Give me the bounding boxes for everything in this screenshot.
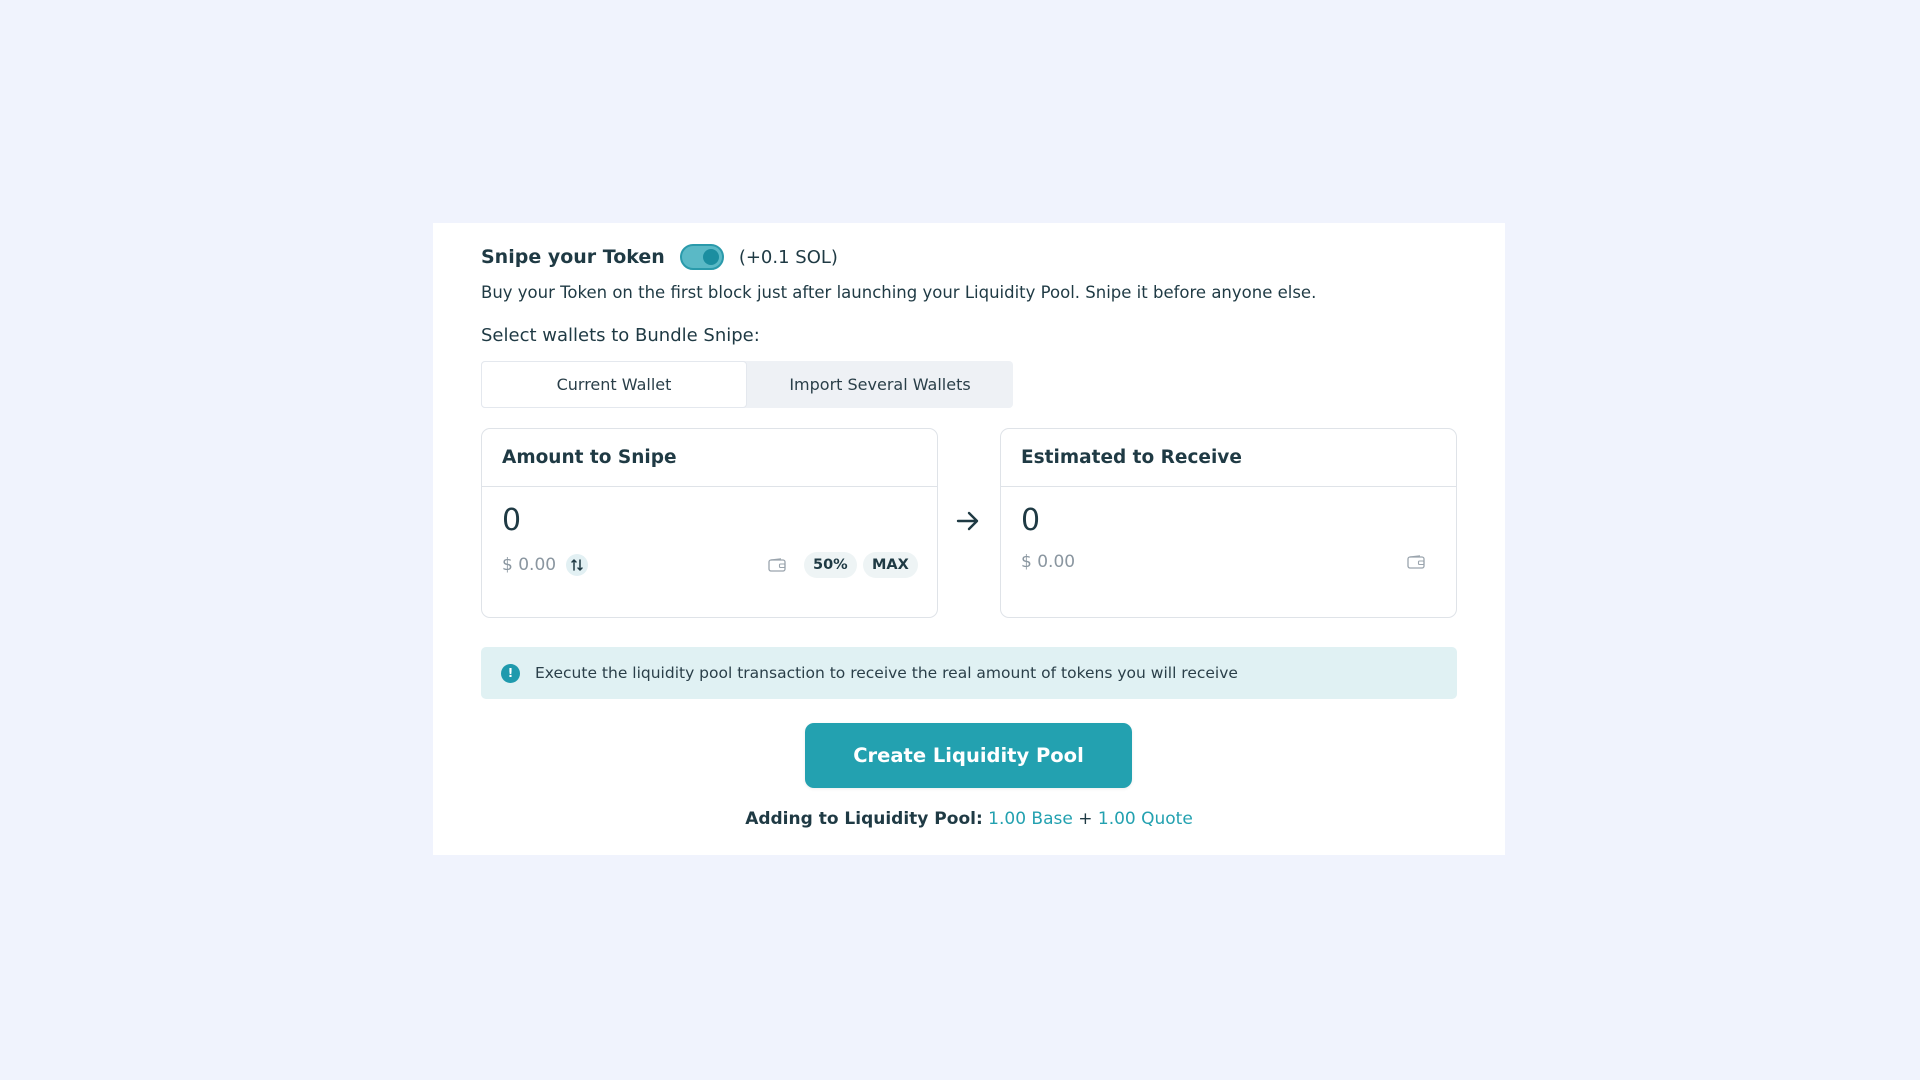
snipe-panel: Snipe your Token (+0.1 SOL) Buy your Tok… [433, 223, 1505, 855]
percent-50-button[interactable]: 50% [804, 552, 857, 578]
amount-usd-row: $ 0.00 [502, 554, 589, 576]
receive-usd-value: $ 0.00 [1021, 552, 1076, 572]
arrow-right-icon [956, 511, 979, 531]
snipe-title: Snipe your Token [481, 246, 665, 268]
swap-icon[interactable] [566, 554, 589, 576]
tab-current-wallet[interactable]: Current Wallet [481, 361, 747, 408]
adding-label: Adding to Liquidity Pool: [745, 809, 983, 829]
swap-arrows-icon [571, 559, 583, 571]
wallet-tabs: Current Wallet Import Several Wallets [481, 361, 1013, 408]
snipe-description: Buy your Token on the first block just a… [481, 283, 1317, 302]
info-text: Execute the liquidity pool transaction t… [535, 664, 1238, 682]
receive-usd-row: $ 0.00 [1021, 552, 1075, 572]
info-banner: ! Execute the liquidity pool transaction… [481, 647, 1457, 699]
snipe-header: Snipe your Token (+0.1 SOL) [481, 241, 838, 273]
base-amount: 1.00 Base [988, 809, 1073, 829]
receive-amount: 0 [1021, 503, 1041, 538]
estimated-to-receive-card: Estimated to Receive 0 $ 0.00 [1000, 428, 1457, 618]
max-button[interactable]: MAX [863, 552, 918, 578]
amount-to-snipe-card: Amount to Snipe 0 $ 0.00 50% MAX [481, 428, 938, 618]
info-icon: ! [501, 663, 520, 683]
receive-card-title: Estimated to Receive [1001, 429, 1456, 487]
toggle-knob [702, 249, 719, 265]
wallet-icon [1407, 555, 1425, 569]
plus-sign: + [1078, 809, 1093, 829]
quote-amount: 1.00 Quote [1097, 809, 1193, 829]
wallet-icon [768, 558, 786, 572]
amount-input[interactable]: 0 [502, 506, 521, 536]
adding-summary: Adding to Liquidity Pool: 1.00 Base + 1.… [433, 809, 1505, 829]
select-wallets-label: Select wallets to Bundle Snipe: [481, 325, 760, 346]
create-liquidity-pool-button[interactable]: Create Liquidity Pool [805, 723, 1132, 788]
snipe-cost: (+0.1 SOL) [738, 246, 838, 268]
amount-usd-value: $ 0.00 [502, 555, 557, 575]
snipe-toggle[interactable] [679, 244, 724, 270]
tab-import-several-wallets[interactable]: Import Several Wallets [747, 361, 1013, 408]
amount-card-title: Amount to Snipe [482, 429, 937, 487]
